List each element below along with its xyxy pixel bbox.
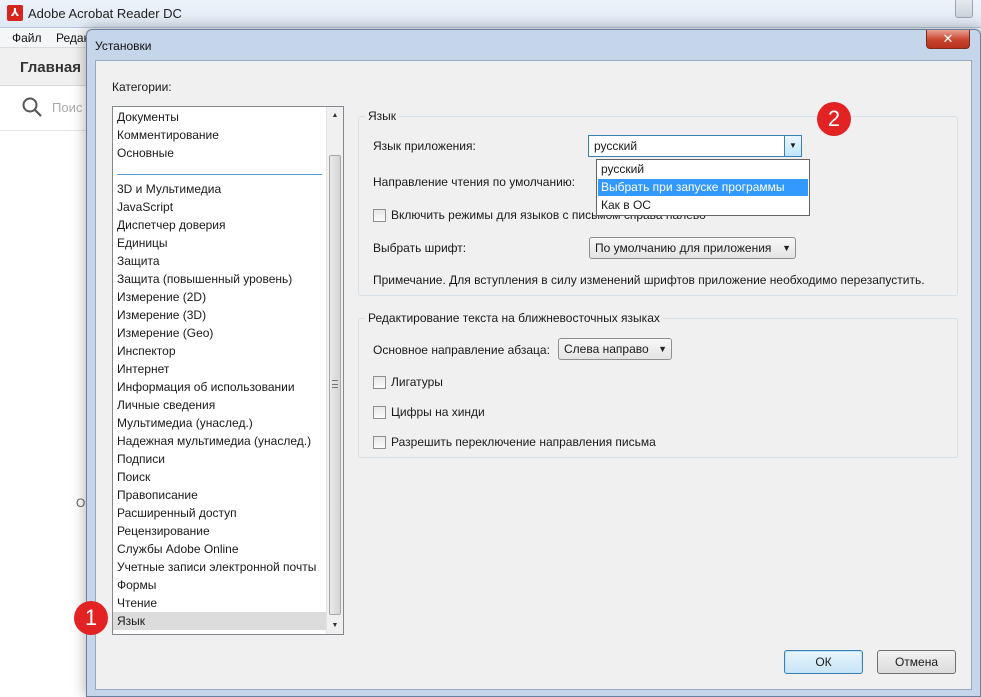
search-input[interactable]: Поис <box>52 100 82 115</box>
chevron-down-icon[interactable]: ▼ <box>784 136 801 156</box>
font-select[interactable]: По умолчанию для приложения ▼ <box>589 237 796 259</box>
scroll-thumb[interactable] <box>329 155 341 615</box>
category-item[interactable]: Измерение (3D) <box>117 306 206 324</box>
category-item[interactable]: Единицы <box>117 234 168 252</box>
category-item[interactable]: Личные сведения <box>117 396 215 414</box>
category-item[interactable]: Подписи <box>117 450 165 468</box>
category-item[interactable]: Мультимедиа (унаслед.) <box>117 414 253 432</box>
category-item[interactable]: Инспектор <box>117 342 176 360</box>
category-item[interactable]: Измерение (Geo) <box>117 324 213 342</box>
annotation-badge-1: 1 <box>74 601 108 635</box>
reading-direction-label: Направление чтения по умолчанию: <box>373 175 576 189</box>
chevron-down-icon: ▼ <box>782 243 791 253</box>
category-item[interactable]: JavaScript <box>117 198 173 216</box>
category-item[interactable]: Защита (повышенный уровень) <box>117 270 292 288</box>
scroll-up-arrow-icon[interactable]: ▲ <box>327 107 343 124</box>
search-area[interactable]: Поис <box>0 86 90 131</box>
category-item[interactable]: Основные <box>117 144 174 162</box>
category-item[interactable]: Формы <box>117 576 156 594</box>
dialog-body: Категории: Документы Комментирование Осн… <box>95 60 972 690</box>
category-item[interactable]: 3D и Мультимедиа <box>117 180 221 198</box>
app-language-dropdown: русский Выбрать при запуске программы Ка… <box>596 159 810 216</box>
acrobat-logo-icon: ⅄ <box>7 5 23 21</box>
hindi-digits-label[interactable]: Цифры на хинди <box>391 405 485 419</box>
mideast-group-title: Редактирование текста на ближневосточных… <box>365 311 663 325</box>
app-window-control[interactable] <box>955 0 973 18</box>
mideast-text-group: Редактирование текста на ближневосточных… <box>358 311 958 458</box>
background-text-fragment: О <box>76 496 86 510</box>
app-language-label: Язык приложения: <box>373 139 476 153</box>
dropdown-option[interactable]: Как в ОС <box>598 197 808 214</box>
scroll-down-arrow-icon[interactable]: ▼ <box>327 617 343 634</box>
cancel-button[interactable]: Отмена <box>877 650 956 674</box>
categories-list[interactable]: Документы Комментирование Основные 3D и … <box>112 106 344 635</box>
category-item[interactable]: Рецензирование <box>117 522 210 540</box>
font-select-value: По умолчанию для приложения <box>595 241 772 255</box>
menu-edit[interactable]: Редак <box>56 31 89 45</box>
categories-label: Категории: <box>112 80 172 94</box>
category-item[interactable]: Документы <box>117 108 179 126</box>
category-item[interactable]: Учетные записи электронной почты <box>117 558 316 576</box>
home-header: Главная <box>0 48 90 86</box>
category-item[interactable]: Диспетчер доверия <box>117 216 226 234</box>
category-item[interactable]: Измерение (2D) <box>117 288 206 306</box>
paragraph-direction-select[interactable]: Слева направо ▼ <box>558 338 672 360</box>
category-item[interactable]: Защита <box>117 252 160 270</box>
category-item[interactable]: Надежная мультимедиа (унаслед.) <box>117 432 311 450</box>
font-label: Выбрать шрифт: <box>373 241 467 255</box>
close-icon[interactable]: ✕ <box>926 30 970 49</box>
dropdown-option-highlighted[interactable]: Выбрать при запуске программы <box>598 179 808 196</box>
menu-file[interactable]: Файл <box>12 31 42 45</box>
category-separator <box>117 174 322 175</box>
search-icon[interactable] <box>22 97 42 117</box>
annotation-badge-2: 2 <box>817 102 851 136</box>
category-item[interactable]: Интернет <box>117 360 169 378</box>
app-titlebar: ⅄ Adobe Acrobat Reader DC <box>0 0 981 28</box>
app-language-select[interactable]: русский ▼ <box>588 135 802 157</box>
font-note: Примечание. Для вступления в силу измене… <box>373 273 925 287</box>
scroll-grip-icon <box>332 380 338 388</box>
paragraph-direction-label: Основное направление абзаца: <box>373 343 550 357</box>
paragraph-direction-value: Слева направо <box>564 342 649 356</box>
language-group-title: Язык <box>365 109 400 123</box>
category-item-selected[interactable]: Язык <box>113 612 328 630</box>
ligatures-checkbox[interactable] <box>373 376 386 389</box>
category-item[interactable]: Правописание <box>117 486 198 504</box>
allow-direction-switch-label[interactable]: Разрешить переключение направления письм… <box>391 435 656 449</box>
app-language-value: русский <box>594 139 638 153</box>
category-item[interactable]: Чтение <box>117 594 157 612</box>
home-title[interactable]: Главная <box>20 59 81 76</box>
category-item[interactable]: Поиск <box>117 468 150 486</box>
allow-direction-switch-checkbox[interactable] <box>373 436 386 449</box>
dialog-title: Установки <box>95 39 152 53</box>
category-item[interactable]: Комментирование <box>117 126 219 144</box>
app-title: Adobe Acrobat Reader DC <box>28 6 182 21</box>
ok-button[interactable]: ОК <box>784 650 863 674</box>
dropdown-option[interactable]: русский <box>598 161 808 178</box>
category-item[interactable]: Информация об использовании <box>117 378 295 396</box>
hindi-digits-checkbox[interactable] <box>373 406 386 419</box>
category-item[interactable]: Службы Adobe Online <box>117 540 239 558</box>
rtl-checkbox[interactable] <box>373 209 386 222</box>
category-item[interactable]: Расширенный доступ <box>117 504 237 522</box>
ligatures-label[interactable]: Лигатуры <box>391 375 443 389</box>
categories-scrollbar[interactable]: ▲ ▼ <box>326 107 343 634</box>
chevron-down-icon: ▼ <box>658 344 667 354</box>
